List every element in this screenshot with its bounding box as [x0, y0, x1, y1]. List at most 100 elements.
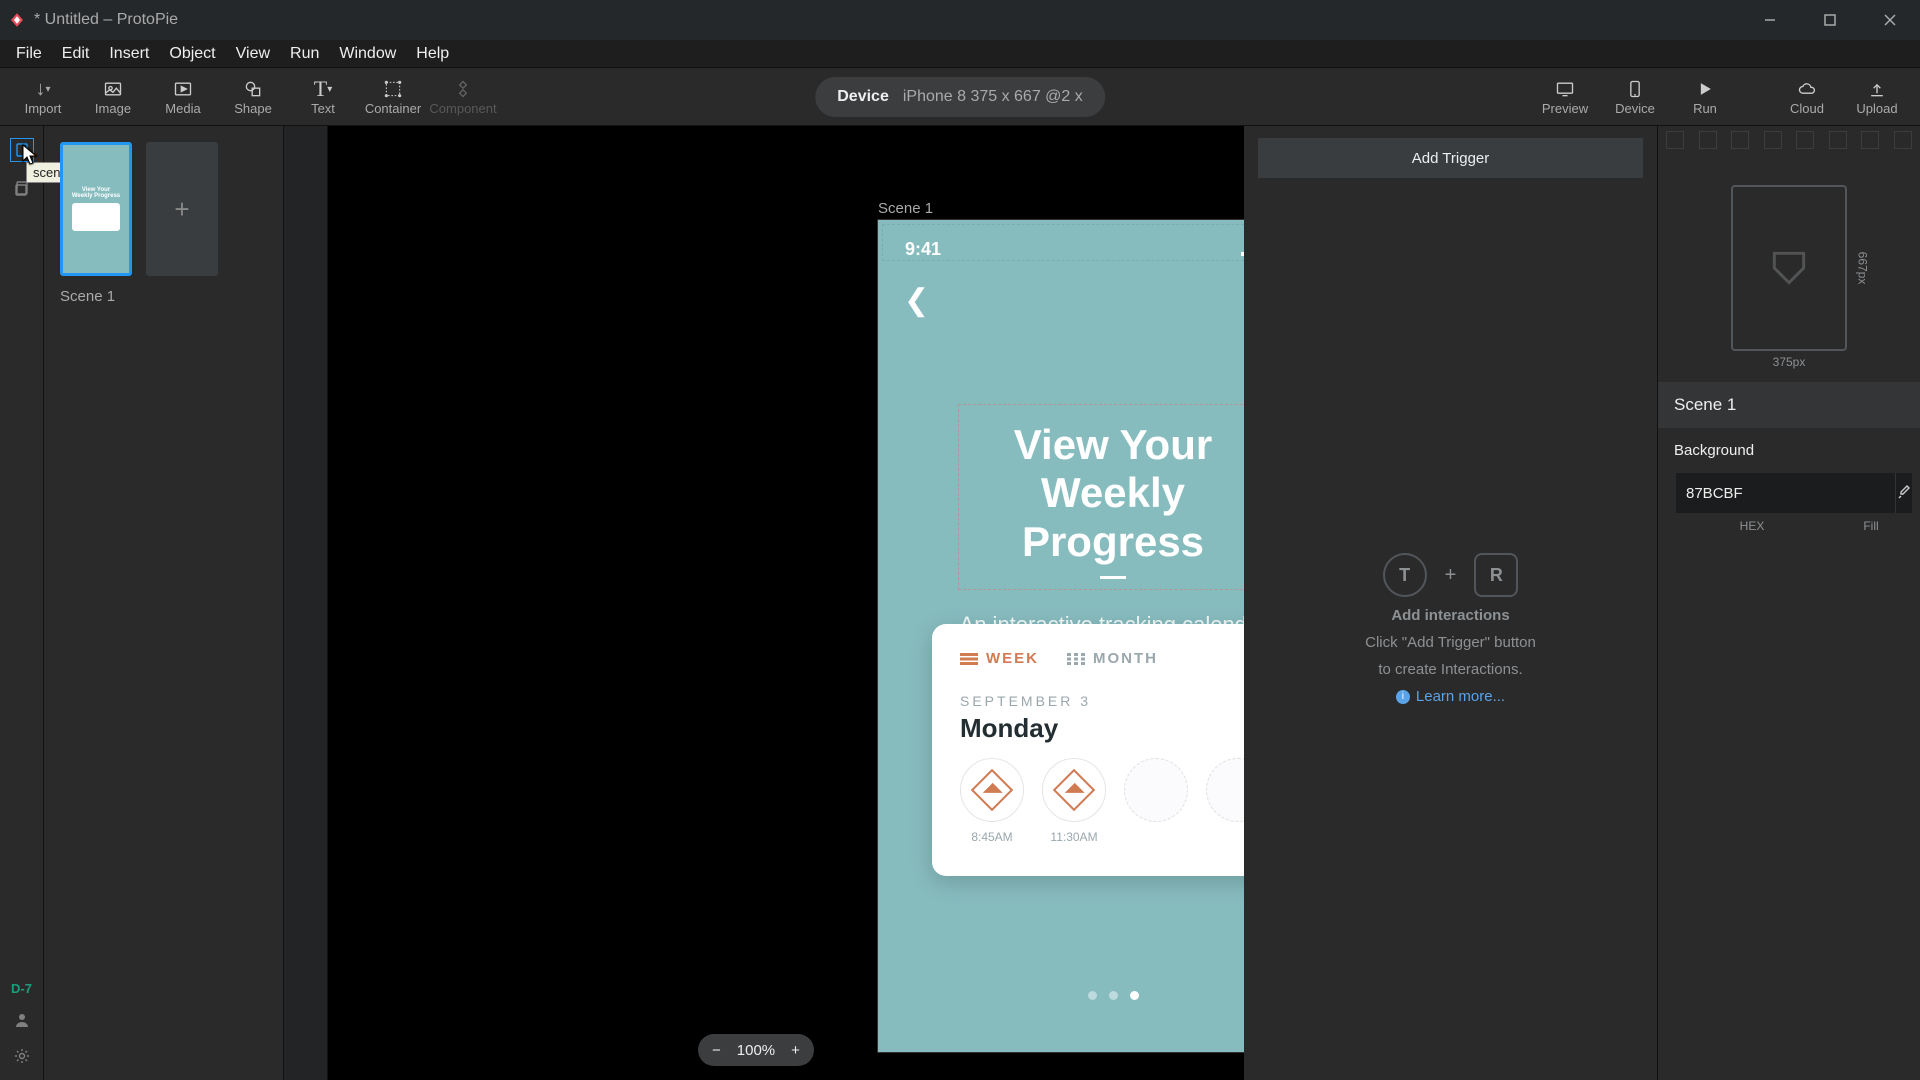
- tool-import[interactable]: ↓▾ Import: [14, 77, 72, 116]
- menubar: File Edit Insert Object View Run Window …: [0, 40, 1920, 68]
- align-icon[interactable]: [1829, 131, 1847, 149]
- user-icon[interactable]: [10, 1008, 34, 1032]
- scene-thumb-content: View YourWeekly Progress: [66, 187, 126, 231]
- tool-text[interactable]: T▾ Text: [294, 77, 352, 116]
- page-dot[interactable]: [1109, 991, 1118, 1000]
- background-section: Background HEX Fill: [1658, 428, 1920, 547]
- scene-thumb-1[interactable]: View YourWeekly Progress: [60, 142, 132, 276]
- tab-month[interactable]: MONTH: [1067, 650, 1158, 667]
- align-icon[interactable]: [1764, 131, 1782, 149]
- scenes-tab-icon[interactable]: [10, 138, 34, 162]
- tool-preview[interactable]: Preview: [1536, 77, 1594, 116]
- scene-name-field[interactable]: Scene 1: [1658, 382, 1920, 428]
- menu-view[interactable]: View: [226, 41, 280, 67]
- page-dot-active[interactable]: [1130, 991, 1139, 1000]
- activity-empty[interactable]: [1206, 758, 1244, 844]
- hero-divider: [1100, 576, 1126, 579]
- canvas[interactable]: Scene 1 9:41 ❮ SKIP: [328, 126, 1244, 1080]
- tool-upload[interactable]: Upload: [1848, 77, 1906, 116]
- learn-more-link[interactable]: i Learn more...: [1396, 688, 1505, 705]
- tool-device[interactable]: Device: [1606, 77, 1664, 116]
- add-scene-button[interactable]: +: [146, 142, 218, 276]
- add-trigger-button[interactable]: Add Trigger: [1258, 138, 1643, 178]
- calendar-card[interactable]: WEEK MONTH SEPTEMBER 3 Monday 8:45AM: [932, 624, 1244, 876]
- tab-label: MONTH: [1093, 650, 1158, 667]
- window-title: * Untitled – ProtoPie: [34, 11, 178, 29]
- tool-container[interactable]: Container: [364, 77, 422, 116]
- cloud-icon: [1797, 77, 1817, 101]
- date-big: Monday: [960, 713, 1244, 744]
- tool-label: Shape: [234, 101, 272, 116]
- tool-image[interactable]: Image: [84, 77, 142, 116]
- tool-component[interactable]: Component: [434, 77, 492, 116]
- interactions-panel: Add Trigger T + R Add interactions Click…: [1244, 126, 1658, 1080]
- tool-run[interactable]: Run: [1676, 77, 1734, 116]
- tool-shape[interactable]: Shape: [224, 77, 282, 116]
- alignment-row[interactable]: [1658, 126, 1920, 154]
- menu-edit[interactable]: Edit: [52, 41, 100, 67]
- device-logo-icon: [1767, 246, 1811, 290]
- tool-label: Container: [365, 101, 421, 116]
- zoom-out-button[interactable]: −: [712, 1042, 721, 1059]
- device-value: iPhone 8 375 x 667 @2 x: [903, 88, 1083, 106]
- align-icon[interactable]: [1731, 131, 1749, 149]
- zoom-value: 100%: [737, 1042, 775, 1059]
- menu-file[interactable]: File: [6, 41, 52, 67]
- activity-time: 8:45AM: [971, 830, 1012, 844]
- device-preview: 667px 375px: [1658, 154, 1920, 382]
- app-logo-icon: [8, 11, 26, 29]
- upload-icon: [1867, 77, 1887, 101]
- device-outline: 667px 375px: [1731, 185, 1847, 351]
- link-label: Learn more...: [1416, 688, 1505, 705]
- tool-cloud[interactable]: Cloud: [1778, 77, 1836, 116]
- align-icon[interactable]: [1666, 131, 1684, 149]
- align-icon[interactable]: [1699, 131, 1717, 149]
- activity-2[interactable]: 11:30AM: [1042, 758, 1106, 844]
- tool-label: Cloud: [1790, 101, 1824, 116]
- zoom-controls[interactable]: − 100% +: [698, 1034, 814, 1066]
- tool-media[interactable]: Media: [154, 77, 212, 116]
- container-icon: [383, 77, 403, 101]
- tool-label: Device: [1615, 101, 1655, 116]
- status-time: 9:41: [905, 239, 941, 260]
- zoom-in-button[interactable]: +: [791, 1042, 800, 1059]
- layers-panel-collapsed[interactable]: [284, 126, 328, 1080]
- button-label: Add Trigger: [1412, 150, 1490, 167]
- d-counter: D-7: [11, 981, 32, 996]
- scene-thumb-label: Scene 1: [60, 288, 267, 305]
- menu-object[interactable]: Object: [159, 41, 225, 67]
- trigger-node-icon: T: [1383, 553, 1427, 597]
- hero-text-block[interactable]: View Your Weekly Progress: [958, 404, 1244, 590]
- settings-icon[interactable]: [10, 1044, 34, 1068]
- maximize-button[interactable]: [1800, 0, 1860, 40]
- back-chevron-icon[interactable]: ❮: [904, 283, 929, 318]
- menu-insert[interactable]: Insert: [99, 41, 159, 67]
- page-dot[interactable]: [1088, 991, 1097, 1000]
- tool-label: Media: [165, 101, 200, 116]
- device-selector[interactable]: Device iPhone 8 375 x 667 @2 x: [815, 77, 1105, 117]
- response-node-icon: R: [1474, 553, 1518, 597]
- menu-help[interactable]: Help: [406, 41, 459, 67]
- tab-week[interactable]: WEEK: [960, 650, 1039, 667]
- background-hex-input[interactable]: [1676, 473, 1895, 513]
- close-button[interactable]: [1860, 0, 1920, 40]
- align-icon[interactable]: [1796, 131, 1814, 149]
- canvas-scene-title: Scene 1: [878, 200, 933, 217]
- menu-run[interactable]: Run: [280, 41, 329, 67]
- scene-panel: View YourWeekly Progress + Scene 1: [44, 126, 284, 1080]
- align-icon[interactable]: [1861, 131, 1879, 149]
- shape-icon: [243, 77, 263, 101]
- hero-line2: Weekly Progress: [1022, 469, 1204, 564]
- activity-1[interactable]: 8:45AM: [960, 758, 1024, 844]
- tool-label: Run: [1693, 101, 1717, 116]
- week-icon: [960, 653, 978, 665]
- nav-row: ❮ SKIP: [878, 265, 1244, 336]
- section-label: Background: [1674, 442, 1904, 459]
- align-icon[interactable]: [1894, 131, 1912, 149]
- activity-empty[interactable]: [1124, 758, 1188, 844]
- minimize-button[interactable]: [1740, 0, 1800, 40]
- device-icon: [1625, 77, 1645, 101]
- eyedropper-icon: [1896, 485, 1912, 501]
- eyedropper-button[interactable]: [1895, 473, 1912, 513]
- menu-window[interactable]: Window: [329, 41, 406, 67]
